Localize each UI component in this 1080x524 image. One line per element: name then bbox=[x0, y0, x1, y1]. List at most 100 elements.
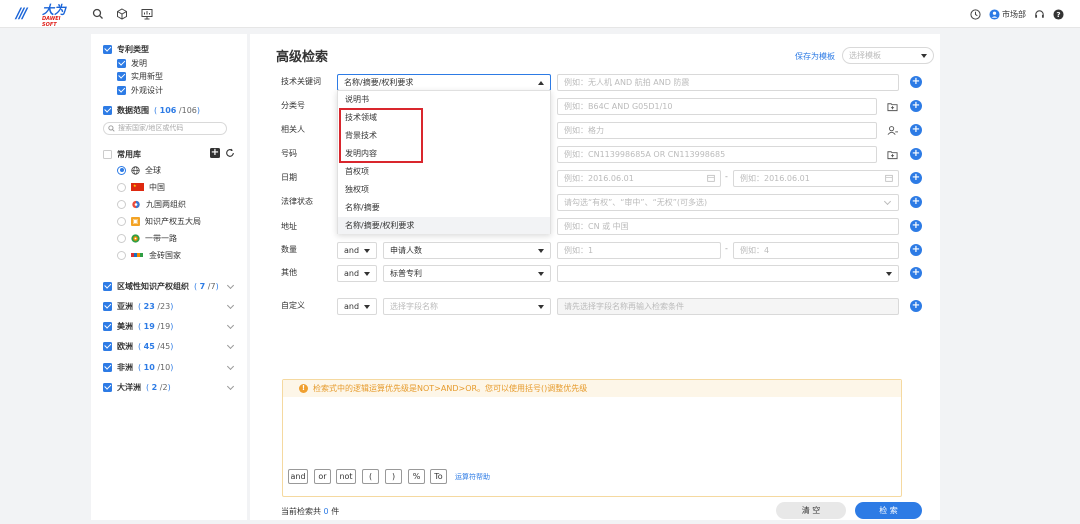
operator-close-paren-button[interactable]: ) bbox=[385, 469, 402, 484]
checkbox-icon[interactable] bbox=[103, 321, 112, 331]
region-toggle[interactable]: 非洲 ( 10 /10) bbox=[103, 361, 173, 373]
checkbox-icon[interactable] bbox=[103, 341, 112, 351]
patent-type-toggle[interactable]: 专利类型 bbox=[103, 43, 149, 55]
region-toggle[interactable]: 区域性知识产权组织 ( 7 /7) bbox=[103, 280, 219, 292]
common-lib-item[interactable]: ▣ 知识产权五大局 bbox=[117, 215, 201, 227]
operator-and-button[interactable]: and bbox=[288, 469, 308, 484]
region-toggle[interactable]: 大洋洲 ( 2 /2) bbox=[103, 381, 171, 393]
folder-icon[interactable] bbox=[887, 149, 898, 160]
save-template-link[interactable]: 保存为模板 bbox=[795, 51, 835, 62]
search-icon[interactable] bbox=[92, 8, 104, 20]
common-lib-item[interactable]: 九国两组织 bbox=[117, 198, 186, 210]
address-input[interactable]: 例如：CN 或 中国 bbox=[557, 218, 899, 235]
add-row-button[interactable]: + bbox=[910, 196, 922, 208]
number-input[interactable]: 例如：CN113998685A OR CN113998685 bbox=[557, 146, 877, 163]
common-lib-item[interactable]: 金砖国家 bbox=[117, 249, 181, 261]
date-from-input[interactable]: 例如：2016.06.01 bbox=[557, 170, 721, 187]
add-row-button[interactable]: + bbox=[910, 148, 922, 160]
region-toggle[interactable]: 美洲 ( 19 /19) bbox=[103, 320, 173, 332]
checkbox-icon[interactable] bbox=[103, 301, 112, 311]
user-add-icon[interactable] bbox=[887, 125, 898, 136]
other-field-select[interactable]: 标普专利 bbox=[383, 265, 551, 282]
add-row-button[interactable]: + bbox=[910, 172, 922, 184]
chevron-down-icon[interactable] bbox=[226, 321, 235, 330]
chevron-down-icon[interactable] bbox=[226, 301, 235, 310]
search-button[interactable]: 检 索 bbox=[855, 502, 922, 519]
dropdown-option[interactable]: 名称/摘要 bbox=[338, 199, 550, 216]
radio-icon[interactable] bbox=[117, 199, 126, 209]
folder-icon[interactable] bbox=[887, 101, 898, 112]
dropdown-option[interactable]: 独权项 bbox=[338, 181, 550, 198]
add-icon[interactable]: + bbox=[210, 148, 220, 158]
other-operator-select[interactable]: and bbox=[337, 265, 377, 282]
operator-help-link[interactable]: 运算符帮助 bbox=[455, 472, 490, 482]
common-lib-item[interactable]: 全球 bbox=[117, 164, 161, 176]
date-to-input[interactable]: 例如：2016.06.01 bbox=[733, 170, 899, 187]
checkbox-icon[interactable] bbox=[103, 44, 112, 54]
operator-open-paren-button[interactable]: ( bbox=[362, 469, 379, 484]
quantity-from-input[interactable]: 例如：1 bbox=[557, 242, 721, 259]
add-row-button[interactable]: + bbox=[910, 124, 922, 136]
quantity-operator-select[interactable]: and bbox=[337, 242, 377, 259]
clear-button[interactable]: 清 空 bbox=[776, 502, 846, 519]
chevron-down-icon[interactable] bbox=[226, 341, 235, 350]
chevron-down-icon[interactable] bbox=[226, 362, 235, 371]
keyword-input[interactable]: 例如：无人机 AND 航拍 AND 防震 bbox=[557, 74, 899, 91]
clock-icon[interactable] bbox=[970, 8, 981, 20]
checkbox-icon[interactable] bbox=[117, 85, 126, 95]
add-row-button[interactable]: + bbox=[910, 76, 922, 88]
chevron-down-icon[interactable] bbox=[226, 382, 235, 391]
operator-or-button[interactable]: or bbox=[314, 469, 331, 484]
dropdown-option-selected[interactable]: 名称/摘要/权利要求 bbox=[338, 217, 550, 234]
legal-status-select[interactable]: 请勾选“有权”、“审中”、“无权”(可多选) bbox=[557, 194, 899, 211]
common-lib-toggle[interactable]: 常用库 bbox=[103, 148, 141, 160]
checkbox-icon[interactable] bbox=[103, 105, 112, 115]
dropdown-option[interactable]: 首权项 bbox=[338, 163, 550, 180]
radio-icon[interactable] bbox=[117, 250, 126, 260]
patent-type-item[interactable]: 实用新型 bbox=[117, 70, 163, 82]
custom-operator-select[interactable]: and bbox=[337, 298, 377, 315]
refresh-icon[interactable] bbox=[225, 148, 235, 158]
region-toggle[interactable]: 欧洲 ( 45 /45) bbox=[103, 340, 173, 352]
add-row-button[interactable]: + bbox=[910, 300, 922, 312]
radio-icon[interactable] bbox=[117, 182, 126, 192]
data-range-toggle[interactable]: 数据范围 ( 106 /106) bbox=[103, 104, 200, 116]
checkbox-icon[interactable] bbox=[103, 362, 112, 372]
radio-icon[interactable] bbox=[117, 216, 126, 226]
patent-type-item[interactable]: 外观设计 bbox=[117, 84, 163, 96]
checkbox-icon[interactable] bbox=[103, 382, 112, 392]
quantity-field-select[interactable]: 申请人数 bbox=[383, 242, 551, 259]
custom-value-input[interactable]: 请先选择字段名称再输入检索条件 bbox=[557, 298, 899, 315]
common-lib-item[interactable]: 一带一路 bbox=[117, 232, 177, 244]
radio-icon[interactable] bbox=[117, 165, 126, 175]
classification-input[interactable]: 例如：B64C AND G05D1/10 bbox=[557, 98, 877, 115]
common-lib-item[interactable]: ★ 中国 bbox=[117, 181, 165, 193]
operator-to-button[interactable]: To bbox=[430, 469, 447, 484]
chevron-down-icon[interactable] bbox=[226, 281, 235, 290]
add-row-button[interactable]: + bbox=[910, 244, 922, 256]
checkbox-icon[interactable] bbox=[103, 281, 112, 291]
operator-percent-button[interactable]: % bbox=[408, 469, 425, 484]
quantity-to-input[interactable]: 例如：4 bbox=[733, 242, 899, 259]
region-search-input[interactable]: 搜索国家/地区或代码 bbox=[103, 122, 227, 135]
keyword-field-select[interactable]: 名称/摘要/权利要求 bbox=[337, 74, 551, 91]
help-icon[interactable]: ? bbox=[1053, 8, 1064, 20]
add-row-button[interactable]: + bbox=[910, 220, 922, 232]
user-menu[interactable]: 市场部 bbox=[989, 8, 1026, 20]
dropdown-option[interactable]: 说明书 bbox=[338, 91, 550, 108]
region-toggle[interactable]: 亚洲 ( 23 /23) bbox=[103, 300, 173, 312]
template-select[interactable]: 选择模板 bbox=[842, 47, 934, 64]
add-row-button[interactable]: + bbox=[910, 100, 922, 112]
patent-type-item[interactable]: 发明 bbox=[117, 57, 147, 69]
operator-not-button[interactable]: not bbox=[336, 469, 356, 484]
other-value-select[interactable] bbox=[557, 265, 899, 282]
add-row-button[interactable]: + bbox=[910, 267, 922, 279]
radio-icon[interactable] bbox=[117, 233, 126, 243]
headset-icon[interactable] bbox=[1034, 9, 1045, 20]
checkbox-icon[interactable] bbox=[103, 149, 112, 159]
logo[interactable]: /// 大为 DAWEI SOFT bbox=[16, 4, 74, 28]
chart-monitor-icon[interactable] bbox=[141, 8, 153, 20]
person-input[interactable]: 例如：格力 bbox=[557, 122, 877, 139]
custom-field-select[interactable]: 选择字段名称 bbox=[383, 298, 551, 315]
checkbox-icon[interactable] bbox=[117, 58, 126, 68]
